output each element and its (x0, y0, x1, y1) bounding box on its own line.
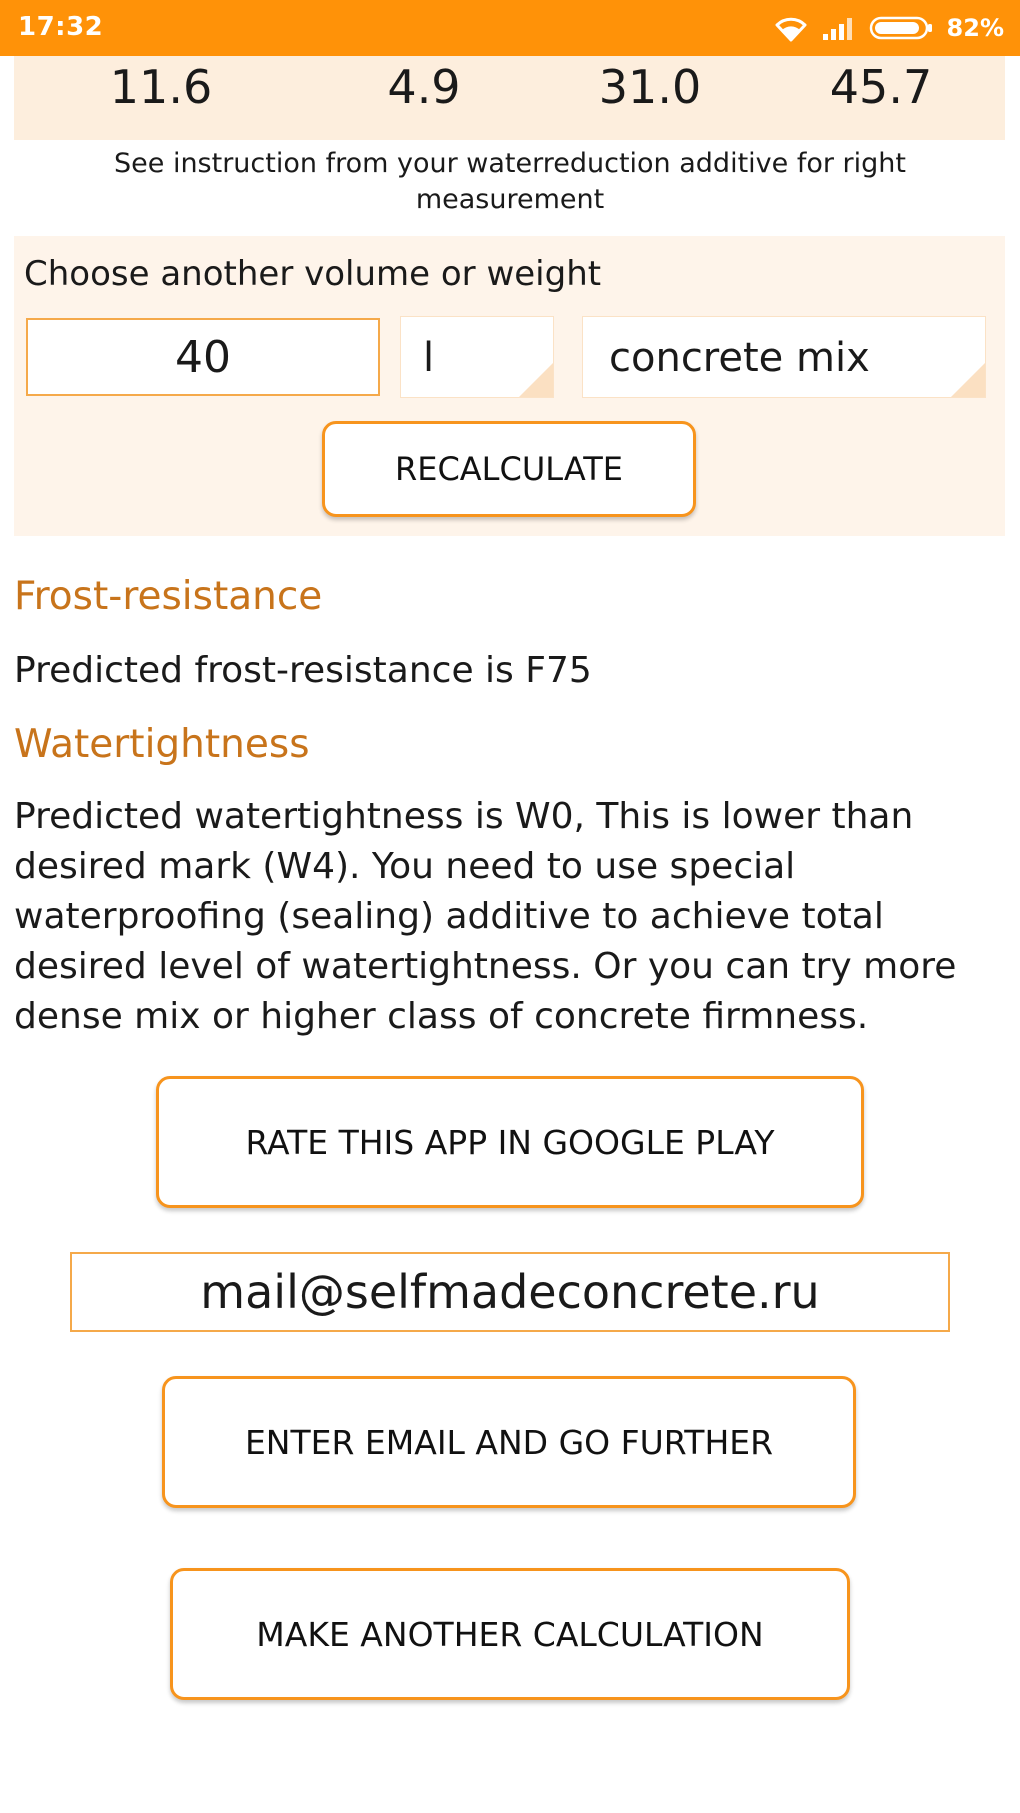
enter-email-button[interactable]: ENTER EMAIL AND GO FURTHER (162, 1376, 856, 1508)
frost-resistance-heading: Frost-resistance (14, 574, 323, 619)
unit-select-value: l (423, 335, 435, 381)
rate-app-button[interactable]: RATE THIS APP IN GOOGLE PLAY (156, 1076, 864, 1208)
battery-icon (869, 14, 935, 42)
status-time: 17:32 (18, 12, 104, 42)
value-cell: 4.9 (387, 60, 461, 114)
status-bar: 17:32 82% (0, 0, 1020, 56)
material-select[interactable]: concrete mix (582, 316, 986, 398)
results-values-row: 11.6 4.9 31.0 45.7 (14, 56, 1005, 140)
recalculate-button[interactable]: RECALCULATE (322, 421, 696, 517)
recalc-title: Choose another volume or weight (24, 254, 602, 294)
signal-icon (821, 14, 857, 42)
unit-select[interactable]: l (400, 316, 554, 398)
status-icons: 82% (773, 10, 1004, 46)
watertightness-heading: Watertightness (14, 722, 310, 767)
battery-percent: 82% (946, 14, 1004, 42)
dropdown-corner-icon (519, 363, 553, 397)
another-calculation-button[interactable]: MAKE ANOTHER CALCULATION (170, 1568, 850, 1700)
frost-resistance-text: Predicted frost-resistance is F75 (14, 650, 592, 691)
amount-input[interactable] (26, 318, 380, 396)
watertightness-text: Predicted watertightness is W0, This is … (14, 796, 957, 1037)
email-input[interactable] (70, 1252, 950, 1332)
screen: 17:32 82% 11.6 4.9 31.0 45.7 See instruc… (0, 0, 1020, 1813)
material-select-value: concrete mix (609, 335, 870, 381)
recalc-panel: Choose another volume or weight l concre… (14, 236, 1005, 536)
wifi-icon (773, 14, 809, 42)
value-cell: 45.7 (829, 60, 933, 114)
value-cell: 11.6 (109, 60, 213, 114)
additive-note: See instruction from your waterreduction… (114, 148, 906, 215)
value-cell: 31.0 (598, 60, 702, 114)
dropdown-corner-icon (951, 363, 985, 397)
